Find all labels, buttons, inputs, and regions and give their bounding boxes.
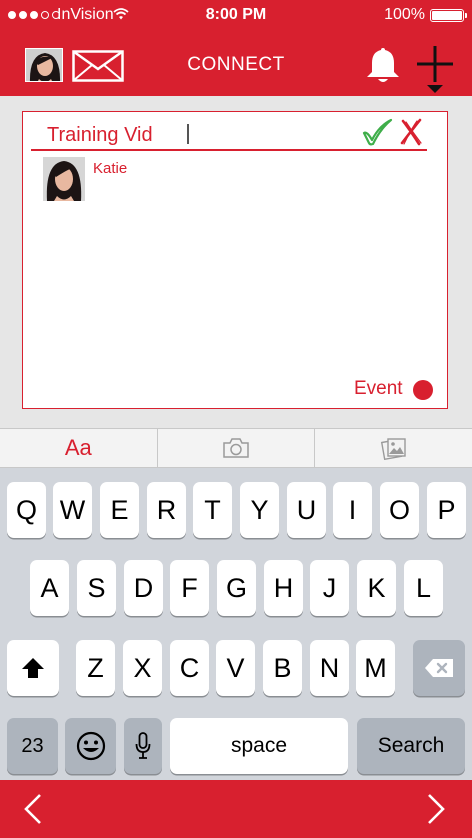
key-a[interactable]: A: [30, 560, 69, 616]
key-g[interactable]: G: [217, 560, 256, 616]
key-s[interactable]: S: [77, 560, 116, 616]
shift-icon: [22, 658, 44, 678]
status-bar: InVision 8:00 PM 100%: [0, 0, 472, 30]
key-m[interactable]: M: [356, 640, 395, 696]
key-q[interactable]: Q: [7, 482, 46, 538]
text-format-button[interactable]: Aa: [0, 429, 157, 467]
key-u[interactable]: U: [287, 482, 326, 538]
emoji-icon: [76, 731, 105, 761]
key-x[interactable]: X: [123, 640, 162, 696]
key-i[interactable]: I: [333, 482, 372, 538]
compose-area: Katie Event: [0, 96, 472, 428]
checkmark-icon[interactable]: [361, 118, 393, 146]
event-label: Event: [354, 378, 403, 399]
bottom-nav: [0, 780, 472, 838]
space-key[interactable]: space: [170, 718, 348, 774]
key-f[interactable]: F: [170, 560, 209, 616]
key-h[interactable]: H: [264, 560, 303, 616]
top-bar: InVision 8:00 PM 100% CONNECT: [0, 0, 472, 96]
recipient-avatar: [43, 157, 85, 201]
chevron-left-icon[interactable]: [23, 793, 43, 825]
photo-gallery-button[interactable]: [314, 429, 472, 467]
key-w[interactable]: W: [53, 482, 92, 538]
camera-icon: [223, 438, 249, 458]
chevron-right-icon[interactable]: [426, 793, 446, 825]
key-c[interactable]: C: [170, 640, 209, 696]
search-key[interactable]: Search: [357, 718, 465, 774]
key-l[interactable]: L: [404, 560, 443, 616]
key-v[interactable]: V: [216, 640, 255, 696]
key-r[interactable]: R: [147, 482, 186, 538]
compose-toolbar: Aa: [0, 428, 472, 468]
backspace-icon: [425, 659, 453, 677]
microphone-icon: [135, 732, 151, 759]
bell-icon[interactable]: [364, 45, 402, 85]
text-format-label: Aa: [64, 435, 92, 460]
key-p[interactable]: P: [427, 482, 466, 538]
key-k[interactable]: K: [357, 560, 396, 616]
key-j[interactable]: J: [310, 560, 349, 616]
close-icon[interactable]: [398, 118, 424, 146]
title-divider: [31, 149, 427, 151]
event-toggle[interactable]: [413, 380, 433, 400]
camera-button[interactable]: [156, 429, 315, 467]
backspace-key[interactable]: [413, 640, 465, 696]
key-z[interactable]: Z: [76, 640, 115, 696]
key-e[interactable]: E: [100, 482, 139, 538]
battery-percent: 100%: [384, 6, 425, 23]
key-d[interactable]: D: [124, 560, 163, 616]
text-cursor: [187, 124, 189, 144]
key-n[interactable]: N: [310, 640, 349, 696]
key-y[interactable]: Y: [240, 482, 279, 538]
photo-gallery-icon: [380, 438, 406, 460]
compose-card: Katie Event: [22, 111, 448, 409]
microphone-key[interactable]: [124, 718, 162, 774]
shift-key[interactable]: [7, 640, 59, 696]
battery-icon: [430, 9, 467, 22]
nav-bar: CONNECT: [0, 30, 472, 96]
key-o[interactable]: O: [380, 482, 419, 538]
numbers-key[interactable]: 23: [7, 718, 58, 774]
recipient-name: Katie: [93, 160, 128, 177]
keyboard: Q W E R T Y U I O P A S D F G H J K L Z …: [0, 468, 472, 780]
plus-icon[interactable]: [415, 44, 455, 96]
key-b[interactable]: B: [263, 640, 302, 696]
emoji-key[interactable]: [65, 718, 116, 774]
key-t[interactable]: T: [193, 482, 232, 538]
title-input[interactable]: [47, 122, 347, 148]
